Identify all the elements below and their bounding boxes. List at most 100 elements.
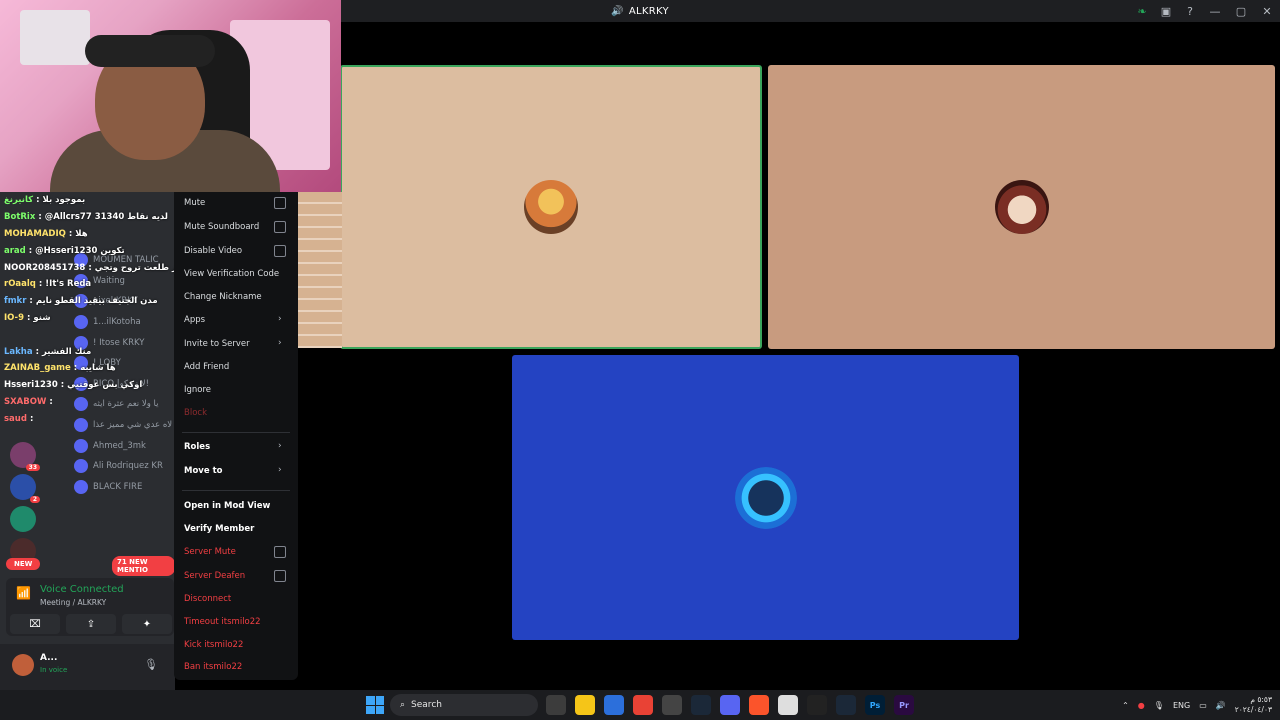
menu-item-roles[interactable]: Roles (184, 442, 210, 452)
menu-item-move-to[interactable]: Move to (184, 466, 222, 476)
github-icon[interactable] (662, 695, 682, 715)
chat-message: BotRix: @Allcrs77 لديه نقاط 31340 (0, 209, 175, 226)
screen-share-button[interactable]: ⇪ (66, 614, 116, 634)
windows-taskbar: ⌕ Search Ps Pr ⌃ ● 🎙 ENG ▭ 🔊 ٥:٥٣ م ٢٠٢٤/… (0, 690, 1280, 720)
chat-separator: : (38, 279, 43, 290)
participant-tile-1[interactable] (340, 65, 762, 349)
microphone-icon[interactable]: 🎙 (144, 658, 158, 671)
menu-item-server-deafen[interactable]: Server Deafen (184, 571, 245, 581)
menu-item-timeout-itsmilo22[interactable]: Timeout itsmilo22 (184, 617, 261, 627)
help-icon[interactable]: ? (1178, 0, 1202, 22)
chat-message: كانيرنغ: بموجود بلا (0, 192, 175, 209)
brave-icon[interactable] (749, 695, 769, 715)
voice-status: Voice Connected (40, 584, 124, 595)
chat-separator: : (35, 346, 39, 357)
close-button[interactable]: ✕ (1254, 0, 1280, 22)
sidebar: MOUMEN TALIC Waiting pixel KRKY 1...ilKotoh… (0, 192, 175, 690)
language-indicator[interactable]: ENG (1173, 701, 1190, 710)
chat-text: يقولها بس بشير طلعت تروح وتجي (94, 262, 175, 273)
user-status: In voice (40, 666, 68, 674)
menu-item-verify-member[interactable]: Verify Member (184, 524, 254, 534)
video-off-icon[interactable]: ⌧ (10, 614, 60, 634)
window-title-text: ALKRKY (628, 5, 669, 17)
award-plaque (20, 10, 90, 65)
chat-message: rOaalq: !It's Reda (0, 276, 175, 293)
menu-item-change-nickname[interactable]: Change Nickname (184, 292, 262, 302)
store-icon[interactable] (604, 695, 624, 715)
chat-separator: : (73, 363, 78, 374)
chat-separator: : (29, 413, 34, 424)
checkbox[interactable] (274, 197, 286, 209)
checkbox[interactable] (274, 546, 286, 558)
menu-item-server-mute[interactable]: Server Mute (184, 547, 236, 557)
voice-channel[interactable]: Meeting / ALKRKY (40, 598, 106, 607)
chat-separator: : (27, 312, 31, 323)
chat-message: Lakha: منك الفشير (0, 343, 175, 360)
menu-item-apps[interactable]: Apps (184, 315, 205, 325)
checkbox[interactable] (274, 245, 286, 257)
menu-item-kick-itsmilo22[interactable]: Kick itsmilo22 (184, 640, 243, 650)
chevron-right-icon: › (278, 441, 282, 451)
chat-author: rOaalq (4, 279, 36, 290)
menu-item-add-friend[interactable]: Add Friend (184, 362, 229, 372)
checkbox[interactable] (274, 221, 286, 233)
network-icon[interactable]: ▭ (1199, 701, 1207, 710)
chat-text: اوكي بس عوقتيي (67, 380, 143, 391)
chat-message: ZAINAB_game: ها شايبه (0, 360, 175, 377)
discord-icon[interactable] (720, 695, 740, 715)
task-view-icon[interactable] (546, 695, 566, 715)
user-context-menu: Mute Mute Soundboard Disable Video View Ver… (174, 192, 298, 680)
participant-tile-3[interactable] (512, 355, 1019, 640)
steam-icon[interactable] (691, 695, 711, 715)
premiere-icon[interactable]: Pr (894, 695, 914, 715)
menu-item-view-verification-code[interactable]: View Verification Code (184, 269, 279, 279)
tray-app-icon[interactable]: ● (1138, 701, 1145, 710)
chat-author: ZAINAB_game (4, 363, 71, 374)
activities-icon[interactable]: ✦ (122, 614, 172, 634)
participant-tile-2[interactable] (768, 65, 1275, 349)
chat-author: saud (4, 413, 27, 424)
clock-time: ٥:٥٣ م (1250, 695, 1272, 704)
chat-text: @Allcrs77 لديه نقاط 31340 (44, 212, 168, 223)
microphone-tray-icon[interactable]: 🎙 (1154, 701, 1164, 710)
search-icon: ⌕ (400, 700, 406, 710)
nitro-leaf-icon[interactable]: ❧ (1130, 0, 1154, 22)
menu-item-disconnect[interactable]: Disconnect (184, 594, 231, 604)
clock-date: ٢٠٢٤/٠٤/٠٣ (1234, 705, 1272, 714)
photoshop-icon[interactable]: Ps (865, 695, 885, 715)
volume-icon[interactable]: 🔊 (1216, 701, 1226, 710)
minimize-button[interactable]: — (1202, 0, 1228, 22)
chat-author: Hsseri1230 (4, 380, 58, 391)
chat-text: هلا (75, 228, 88, 239)
checkbox[interactable] (274, 570, 286, 582)
menu-item-mute[interactable]: Mute (184, 198, 205, 208)
notes-icon[interactable] (778, 695, 798, 715)
taskbar-search[interactable]: ⌕ Search (390, 694, 538, 716)
file-explorer-icon[interactable] (575, 695, 595, 715)
chat-separator: : (60, 380, 65, 391)
system-tray: ⌃ ● 🎙 ENG ▭ 🔊 ٥:٥٣ م ٢٠٢٤/٠٤/٠٣ (1122, 690, 1272, 720)
chat-author: fmkr (4, 296, 27, 307)
maximize-button[interactable]: ▢ (1228, 0, 1254, 22)
chevron-up-icon[interactable]: ⌃ (1122, 701, 1129, 710)
clock[interactable]: ٥:٥٣ م ٢٠٢٤/٠٤/٠٣ (1235, 695, 1272, 715)
chat-text: ها شايبه (80, 363, 116, 374)
menu-item-open-in-mod-view[interactable]: Open in Mod View (184, 501, 270, 511)
chat-author: كانيرنغ (4, 195, 34, 206)
anime-avatar (734, 466, 797, 529)
capcut-icon[interactable] (807, 695, 827, 715)
menu-item-ignore[interactable]: Ignore (184, 385, 211, 395)
new-mentions-pill[interactable]: 71 NEW MENTIO (112, 556, 175, 576)
steam2-icon[interactable] (836, 695, 856, 715)
menu-item-ban-itsmilo22[interactable]: Ban itsmilo22 (184, 662, 242, 672)
windows-start-icon[interactable] (366, 696, 384, 714)
menu-item-disable-video[interactable]: Disable Video (184, 246, 242, 256)
user-avatar[interactable] (12, 654, 34, 676)
screen-share-icon[interactable]: ▣ (1154, 0, 1178, 22)
new-pill[interactable]: NEW (6, 558, 41, 570)
menu-item-mute-soundboard[interactable]: Mute Soundboard (184, 222, 259, 232)
chrome-icon[interactable] (633, 695, 653, 715)
chat-message: MOHAMADIQ: هلا (0, 226, 175, 243)
menu-item-invite-to-server[interactable]: Invite to Server (184, 339, 250, 349)
menu-item-block[interactable]: Block (184, 408, 207, 418)
